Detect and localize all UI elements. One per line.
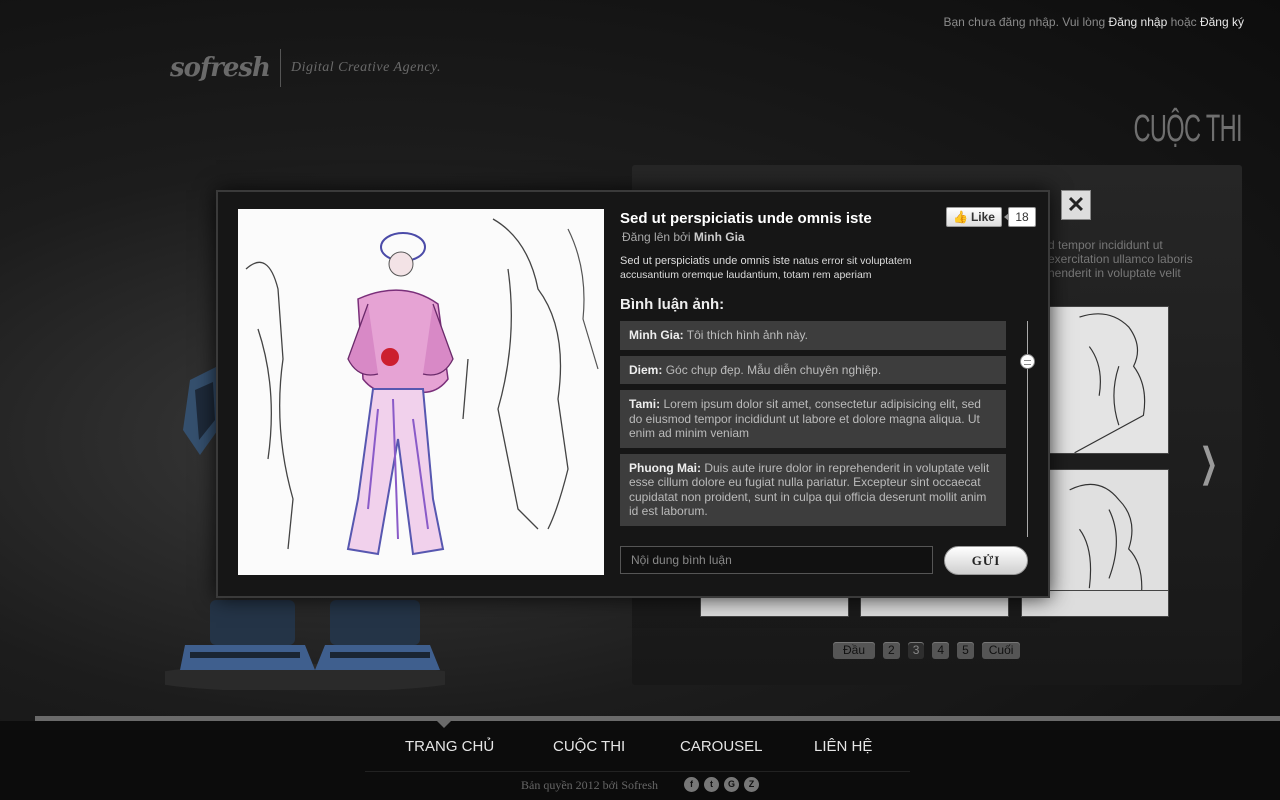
gallery-description: d tempor incididunt ut exercitation ulla… [1048,238,1193,280]
description-lead: Sed ut perspiciatis unde omnis iste [620,255,790,267]
comment-item: Tami: Lorem ipsum dolor sit amet, consec… [620,390,1006,448]
comment-text: Tôi thích hình ảnh này. [686,328,808,342]
login-link[interactable]: Đăng nhập [1109,15,1168,29]
scrollbar-handle[interactable] [1020,354,1035,369]
social-links: f t G Z [684,777,759,792]
nav-item-home[interactable]: TRANG CHỦ [405,738,494,755]
pagination-page[interactable]: 5 [957,642,974,659]
comment-author[interactable]: Diem: [629,363,662,377]
section-title: CUỘC THI [1133,108,1243,150]
logo[interactable]: sofresh Digital Creative Agency. [170,48,441,88]
gallery-thumb[interactable] [1049,306,1169,454]
google-icon[interactable]: G [724,777,739,792]
pagination-last[interactable]: Cuối [981,642,1021,659]
auth-prompt: Bạn chưa đăng nhập. Vui lòng [943,15,1106,29]
like-label: Like [970,210,995,224]
nav-item-contact[interactable]: LIÊN HỆ [814,738,872,755]
logo-wordmark: sofresh [170,53,271,83]
comments-heading: Bình luận ảnh: [620,296,725,313]
footer-separator [365,771,910,772]
nav-item-carousel[interactable]: CAROUSEL [680,738,763,755]
comment-item: Phuong Mai: Duis aute irure dolor in rep… [620,453,1006,526]
posted-by-label: Đăng lên bởi [622,230,691,244]
copyright: Bản quyền 2012 bởi Sofresh [521,778,658,792]
comment-author[interactable]: Tami: [629,397,660,411]
comment-item: Minh Gia: Tôi thích hình ảnh này. [620,321,1006,350]
logo-divider [279,49,281,87]
modal-description: Sed ut perspiciatis unde omnis iste natu… [620,254,960,282]
comment-author[interactable]: Phuong Mai: [629,461,701,475]
facebook-icon[interactable]: f [684,777,699,792]
auth-or: hoặc [1170,15,1197,29]
photo-modal: Sed ut perspiciatis unde omnis iste Đăng… [216,190,1050,598]
comment-item: Diem: Góc chụp đẹp. Mẫu diễn chuyên nghi… [620,355,1006,384]
thumbs-up-icon: 👍 [953,210,968,224]
comment-text: Lorem ipsum dolor sit amet, consectetur … [629,397,981,440]
comment-author[interactable]: Minh Gia: [629,328,684,342]
like-button[interactable]: 👍 Like [946,207,1002,227]
close-icon[interactable]: ✕ [1061,190,1091,220]
register-link[interactable]: Đăng ký [1200,15,1244,29]
modal-title: Sed ut perspiciatis unde omnis iste [620,210,872,227]
modal-author: Đăng lên bởi Minh Gia [622,230,745,244]
pagination-first[interactable]: Đầu [833,642,876,659]
logo-tagline: Digital Creative Agency. [290,60,441,75]
zing-icon[interactable]: Z [744,777,759,792]
pagination: Đầu 2 3 4 5 Cuối [833,642,1021,659]
auth-bar: Bạn chưa đăng nhập. Vui lòng Đăng nhập h… [943,15,1244,29]
send-comment-button[interactable]: GỬI [944,546,1028,575]
footer-divider [35,716,1280,721]
posted-by-name[interactable]: Minh Gia [694,230,745,244]
comments-list: Minh Gia: Tôi thích hình ảnh này. Diem: … [620,321,1006,526]
like-count: 18 [1004,207,1036,227]
chevron-right-icon[interactable]: ❯ [1200,440,1218,486]
pagination-page[interactable]: 4 [932,642,950,659]
twitter-icon[interactable]: t [704,777,719,792]
modal-photo [238,209,604,575]
pagination-page[interactable]: 2 [883,642,900,659]
comment-input[interactable] [620,546,933,574]
main-nav: TRANG CHỦ CUỘC THI CAROUSEL LIÊN HỆ [0,738,1280,758]
pagination-page-active[interactable]: 3 [907,642,925,659]
nav-item-contest[interactable]: CUỘC THI [553,738,625,755]
comment-text: Góc chụp đẹp. Mẫu diễn chuyên nghiệp. [665,362,882,377]
active-nav-indicator [436,720,452,728]
